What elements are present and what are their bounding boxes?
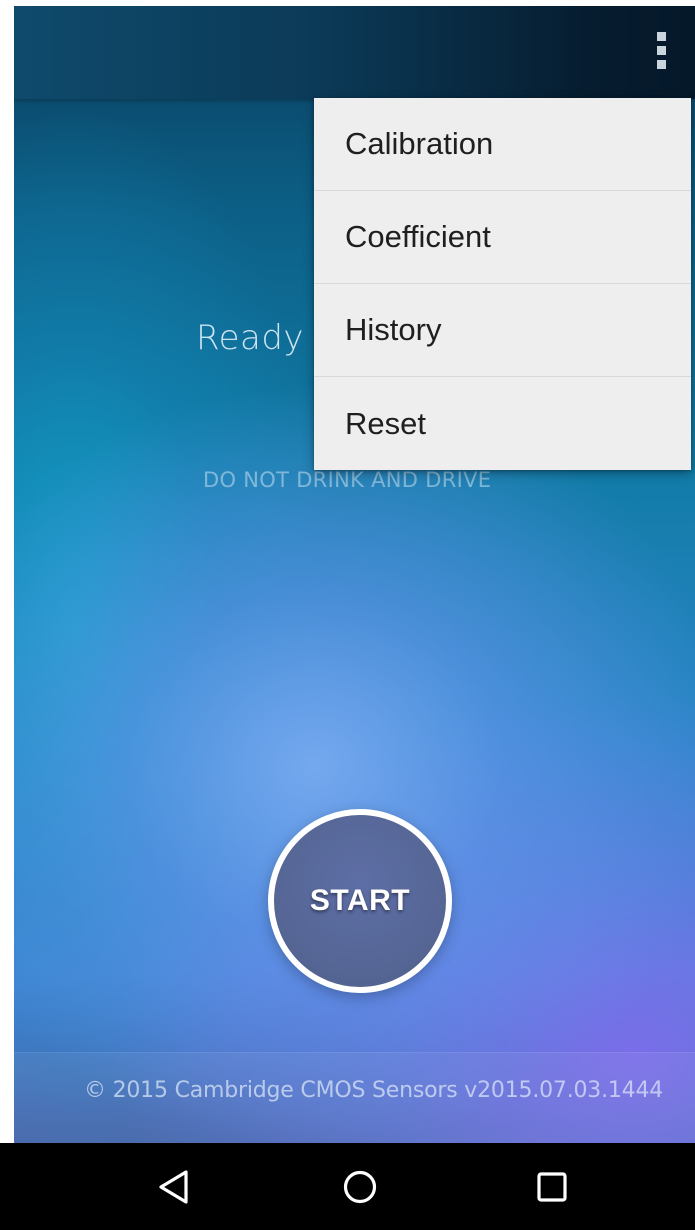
overflow-menu-icon[interactable] [649,32,673,74]
phone-screen: Ready DO NOT DRINK AND DRIVE START © 201… [0,0,695,1230]
back-triangle-icon[interactable] [148,1161,200,1213]
app-bar [14,6,695,99]
overflow-dot [657,60,666,69]
menu-item-calibration[interactable]: Calibration [314,98,691,191]
warning-text: DO NOT DRINK AND DRIVE [203,468,492,492]
start-button-label: START [309,884,411,917]
menu-item-coefficient[interactable]: Coefficient [314,191,691,284]
overflow-dot [657,32,666,41]
overflow-menu: Calibration Coefficient History Reset [314,98,691,470]
overflow-dot [657,46,666,55]
menu-item-history[interactable]: History [314,284,691,377]
status-text: Ready [196,318,305,358]
menu-item-reset[interactable]: Reset [314,377,691,470]
copyright-text: © 2015 Cambridge CMOS Sensors v2015.07.0… [84,1078,664,1103]
system-navigation-bar [0,1143,695,1230]
start-button[interactable]: START [268,809,452,993]
recents-square-icon[interactable] [526,1161,578,1213]
home-circle-icon[interactable] [334,1161,386,1213]
footer: © 2015 Cambridge CMOS Sensors v2015.07.0… [14,1052,695,1143]
